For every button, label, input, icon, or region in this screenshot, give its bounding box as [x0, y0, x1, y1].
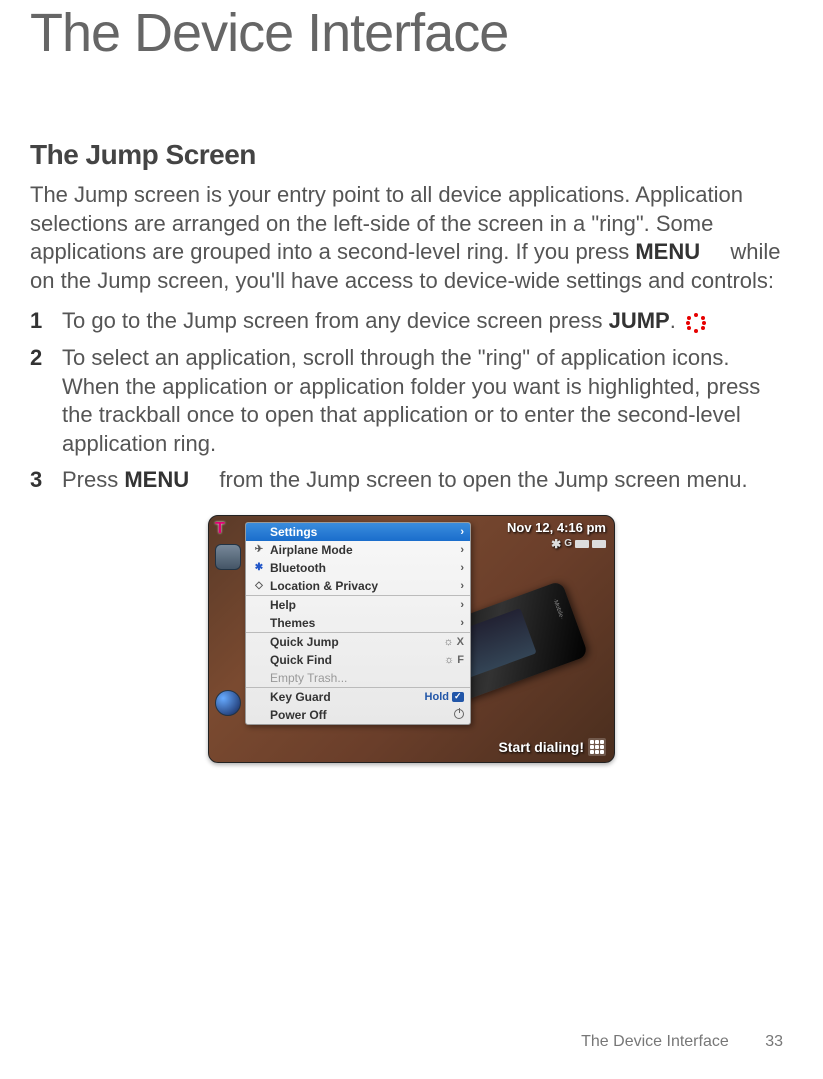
dialpad-icon	[588, 738, 606, 756]
menu-label: Empty Trash...	[270, 671, 464, 685]
menu-item-airplane-mode[interactable]: ✈ Airplane Mode ›	[246, 541, 470, 559]
step-text: To select an application, scroll through…	[62, 344, 793, 458]
app-ring[interactable]	[215, 544, 243, 756]
device-screenshot: T Nov 12, 4:16 pm ✱ G Phone T · ·mobile …	[208, 515, 615, 763]
menu-item-location-privacy[interactable]: ◇ Location & Privacy ›	[246, 577, 470, 595]
bluetooth-icon: ✱	[252, 562, 266, 573]
chevron-right-icon: ›	[460, 562, 464, 574]
menu-label: Quick Find	[270, 653, 444, 667]
check-icon	[452, 692, 464, 702]
menu-keyword: MENU	[635, 239, 700, 264]
menu-item-bluetooth[interactable]: ✱ Bluetooth ›	[246, 559, 470, 577]
carrier-logo: T	[215, 520, 225, 538]
step-3: 3 Press MENU from the Jump screen to ope…	[30, 466, 793, 495]
chevron-right-icon: ›	[460, 617, 464, 629]
battery-icon	[592, 540, 606, 548]
ring-app-icon[interactable]	[215, 544, 241, 570]
page-title: The Device Interface	[30, 2, 793, 64]
power-icon	[454, 708, 464, 722]
section-title: The Jump Screen	[30, 139, 793, 171]
jump-keyword: JUMP	[609, 308, 670, 333]
airplane-icon: ✈	[252, 544, 266, 555]
hold-label: Hold	[425, 691, 449, 703]
chevron-right-icon: ›	[460, 580, 464, 592]
chevron-right-icon: ›	[460, 544, 464, 556]
step-1: 1 To go to the Jump screen from any devi…	[30, 307, 793, 336]
menu-label: Themes	[270, 616, 460, 630]
menu-item-power-off[interactable]: Power Off	[246, 706, 470, 724]
jump-menu[interactable]: Settings › ✈ Airplane Mode › ✱ Bluetooth…	[245, 522, 471, 725]
status-bar: Nov 12, 4:16 pm ✱ G	[507, 520, 606, 551]
step-number: 1	[30, 307, 44, 336]
step-pre: To select an application, scroll through…	[62, 345, 760, 456]
ring-globe-icon[interactable]	[215, 690, 241, 716]
status-datetime: Nov 12, 4:16 pm	[507, 520, 606, 535]
step-number: 3	[30, 466, 44, 495]
sun-icon: ☼	[444, 636, 454, 648]
step-text: To go to the Jump screen from any device…	[62, 307, 793, 336]
menu-label: Quick Jump	[270, 635, 444, 649]
step-2: 2 To select an application, scroll throu…	[30, 344, 793, 458]
menu-item-empty-trash: Empty Trash...	[246, 669, 470, 687]
step-post: .	[670, 308, 676, 333]
shortcut-label: ☼ F	[444, 654, 464, 666]
chevron-right-icon: ›	[460, 599, 464, 611]
menu-item-settings[interactable]: Settings ›	[246, 523, 470, 541]
intro-paragraph: The Jump screen is your entry point to a…	[30, 181, 793, 295]
device-image-label: ·Mobile·	[551, 598, 564, 620]
page-footer: The Device Interface 33	[581, 1033, 783, 1051]
chevron-right-icon: ›	[460, 526, 464, 538]
jump-icon	[686, 313, 706, 333]
step-pre: To go to the Jump screen from any device…	[62, 308, 609, 333]
network-icon: G	[564, 538, 572, 549]
menu-item-quick-jump[interactable]: Quick Jump ☼ X	[246, 633, 470, 651]
menu-item-help[interactable]: Help ›	[246, 596, 470, 614]
start-dialing-label: Start dialing!	[498, 739, 584, 755]
start-dialing-prompt[interactable]: Start dialing!	[498, 738, 606, 756]
step-number: 2	[30, 344, 44, 458]
menu-label: Airplane Mode	[270, 543, 460, 557]
location-icon: ◇	[252, 580, 266, 591]
shortcut-label: ☼ X	[444, 636, 465, 648]
menu-item-key-guard[interactable]: Key Guard Hold	[246, 688, 470, 706]
menu-label: Location & Privacy	[270, 579, 460, 593]
status-icons: ✱ G	[507, 537, 606, 551]
footer-page-number: 33	[765, 1033, 783, 1050]
footer-title: The Device Interface	[581, 1033, 729, 1050]
sun-icon: ☼	[444, 654, 454, 666]
menu-label: Bluetooth	[270, 561, 460, 575]
menu-label: Help	[270, 598, 460, 612]
step-pre: Press	[62, 467, 124, 492]
menu-item-themes[interactable]: Themes ›	[246, 614, 470, 632]
signal-icon	[575, 540, 589, 548]
menu-label: Settings	[270, 525, 460, 539]
step-text: Press MENU from the Jump screen to open …	[62, 466, 793, 495]
bluetooth-icon: ✱	[551, 537, 561, 551]
menu-item-quick-find[interactable]: Quick Find ☼ F	[246, 651, 470, 669]
menu-keyword: MENU	[124, 467, 189, 492]
menu-label: Key Guard	[270, 690, 425, 704]
menu-label: Power Off	[270, 708, 454, 722]
step-post: from the Jump screen to open the Jump sc…	[213, 467, 747, 492]
